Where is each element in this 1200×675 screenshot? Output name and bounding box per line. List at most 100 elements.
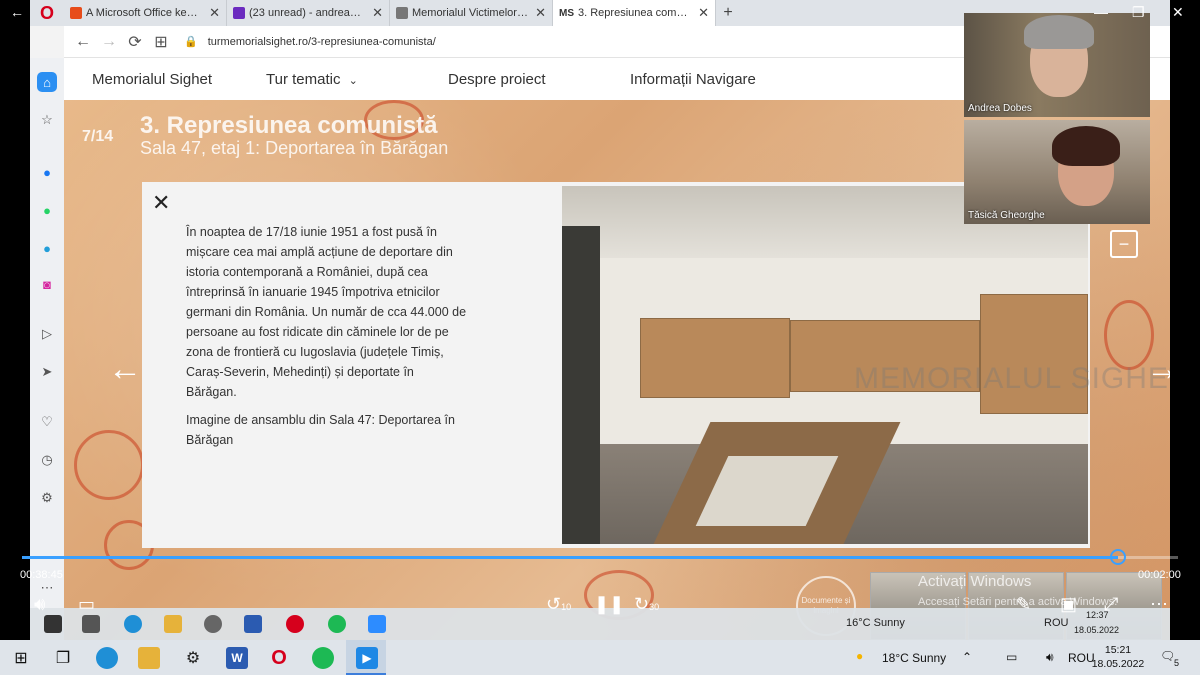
seek-knob[interactable] <box>1109 549 1126 565</box>
media-player-icon[interactable]: ▶ <box>356 647 378 669</box>
edge-icon[interactable] <box>96 647 118 669</box>
windows-start-icon[interactable]: ⊞ <box>10 647 32 669</box>
send-icon[interactable]: ➤ <box>37 362 57 382</box>
clock-date: 18.05.2022 <box>1074 625 1120 635</box>
window-controls: ← — ❐ ✕ <box>0 0 1200 26</box>
player-icon[interactable]: ▷ <box>37 324 57 344</box>
screen: O A Microsoft Office kezdőlap ✕ (23 unre… <box>0 0 1200 675</box>
spotify-icon[interactable] <box>312 647 334 669</box>
rewind-button[interactable]: ↺10 <box>546 594 571 615</box>
star-icon[interactable]: ☆ <box>37 110 57 130</box>
pip-icon[interactable]: ▣ <box>1060 594 1077 615</box>
modal-text: În noaptea de 17/18 iunie 1951 a fost pu… <box>186 222 468 458</box>
url-field[interactable]: 🔒 turmemorialsighet.ro/3-represiunea-com… <box>184 35 436 49</box>
opera-icon <box>286 615 304 633</box>
history-icon[interactable]: ◷ <box>37 450 57 470</box>
seek-bar-fill <box>22 556 1118 559</box>
task-view-icon[interactable]: ❐ <box>52 647 74 669</box>
heart-icon[interactable]: ♡ <box>37 412 57 432</box>
messenger-icon[interactable]: ● <box>37 162 57 182</box>
restore-icon[interactable]: ❐ <box>1132 4 1145 21</box>
settings-icon[interactable]: ⚙ <box>182 647 204 669</box>
more-options-icon[interactable]: ⋯ <box>1150 594 1168 615</box>
clock[interactable]: 15:21 18.05.2022 <box>1090 643 1146 671</box>
weather-label: 16°C Sunny <box>846 617 905 629</box>
weather-sun-icon: ● <box>856 649 864 663</box>
forward-button[interactable]: ↻30 <box>634 594 659 615</box>
reload-icon[interactable]: ⟳ <box>122 32 148 52</box>
opera-icon[interactable]: O <box>268 647 290 669</box>
whatsapp-icon[interactable]: ● <box>37 200 57 220</box>
photo-panel <box>640 318 790 398</box>
spotify-icon <box>328 615 346 633</box>
edge-icon <box>124 615 142 633</box>
slide-title: 3. Represiunea comunistă <box>140 112 438 139</box>
lock-icon: 🔒 <box>184 36 198 48</box>
browser-sidebar: ⌂ ☆ ● ● ● ◙ ▷ ➤ ♡ ◷ ⚙ ⋯ <box>30 58 64 640</box>
prev-slide-arrow-icon[interactable]: ← <box>108 350 142 389</box>
back-arrow-icon[interactable]: ← <box>10 4 24 20</box>
captions-icon[interactable]: ▭ <box>78 594 95 615</box>
weather-label[interactable]: 18°C Sunny <box>882 651 946 665</box>
next-slide-arrow-icon[interactable]: → <box>1146 350 1170 389</box>
slide-subtitle: Sala 47, etaj 1: Deportarea în Bărăgan <box>140 138 449 158</box>
seek-bar[interactable] <box>22 549 1178 565</box>
volume-icon[interactable]: 🔊︎ <box>1046 650 1054 665</box>
video-area: O A Microsoft Office kezdőlap ✕ (23 unre… <box>0 0 1200 640</box>
folder-icon <box>164 615 182 633</box>
webcam-tile[interactable]: Tăsică Gheorghe <box>964 120 1150 224</box>
forward-seconds: 30 <box>649 602 660 612</box>
url-text: turmemorialsighet.ro/3-represiunea-comun… <box>207 35 436 48</box>
participant-name: Andrea Dobes <box>968 103 1032 114</box>
task-view-icon <box>82 615 100 633</box>
slide-counter: 7/14 <box>82 128 114 145</box>
nav-home[interactable]: Memorialul Sighet <box>92 71 212 88</box>
participant-hair <box>1052 126 1120 166</box>
participant-name: Tăsică Gheorghe <box>968 210 1045 221</box>
notifications-icon[interactable]: 🗨︎ <box>1160 649 1175 663</box>
nav-info[interactable]: Informații Navigare <box>630 71 756 88</box>
webcam-tile[interactable]: Andrea Dobes <box>964 13 1150 117</box>
show-hidden-icons[interactable]: ⌃ <box>962 650 972 664</box>
watermark: MEMORIALUL SIGHET <box>854 362 1170 395</box>
file-explorer-icon[interactable] <box>138 647 160 669</box>
minimize-icon[interactable]: — <box>1094 4 1108 20</box>
word-icon <box>244 615 262 633</box>
ornament <box>74 430 144 500</box>
pause-icon[interactable]: ❚❚ <box>594 594 624 615</box>
nav-tour[interactable]: Tur tematic ⌄ <box>266 71 358 88</box>
settings-icon[interactable]: ⚙ <box>37 488 57 508</box>
clock-time: 15:21 <box>1104 644 1132 656</box>
modal-caption: Imagine de ansamblu din Sala 47: Deporta… <box>186 413 455 447</box>
close-window-icon[interactable]: ✕ <box>1172 4 1184 21</box>
battery-icon[interactable]: ▭ <box>1006 650 1017 664</box>
chevron-down-icon: ⌄ <box>348 74 358 87</box>
volume-icon[interactable]: 🔊︎ <box>34 594 45 615</box>
clock-date: 18.05.2022 <box>1091 658 1145 670</box>
photo-door <box>562 226 600 544</box>
elapsed-time: 00:38:45 <box>20 569 63 581</box>
instagram-icon[interactable]: ◙ <box>37 274 57 294</box>
forward-icon[interactable]: → <box>96 33 122 51</box>
rewind-seconds: 10 <box>561 602 572 612</box>
windows-icon <box>44 615 62 633</box>
home-icon[interactable]: ⌂ <box>37 72 57 92</box>
notification-count: 5 <box>1174 658 1180 668</box>
taskbar: ⊞ ❐ ⚙ W O ▶ ● 18°C Sunny ⌃ ▭ 🔊︎ ROU 15:2… <box>0 640 1200 675</box>
apps-icon[interactable]: ⊞ <box>148 32 174 52</box>
settings-icon <box>204 615 222 633</box>
telegram-icon[interactable]: ● <box>37 238 57 258</box>
modal-paragraph: În noaptea de 17/18 iunie 1951 a fost pu… <box>186 225 467 399</box>
pen-icon[interactable]: ✎ <box>1016 594 1031 615</box>
nav-about[interactable]: Despre proiect <box>448 71 546 88</box>
activate-windows-title: Activați Windows <box>918 573 1032 590</box>
photo-panel <box>980 294 1088 414</box>
back-icon[interactable]: ← <box>70 33 96 51</box>
fullscreen-icon[interactable]: ⤢ <box>1104 594 1118 615</box>
zoom-icon <box>368 615 386 633</box>
nav-tour-label: Tur tematic <box>266 70 341 88</box>
word-icon[interactable]: W <box>226 647 248 669</box>
exit-fullscreen-icon[interactable]: − <box>1110 230 1138 258</box>
language-label: ROU <box>1044 617 1069 629</box>
close-icon[interactable]: ✕ <box>152 190 170 216</box>
